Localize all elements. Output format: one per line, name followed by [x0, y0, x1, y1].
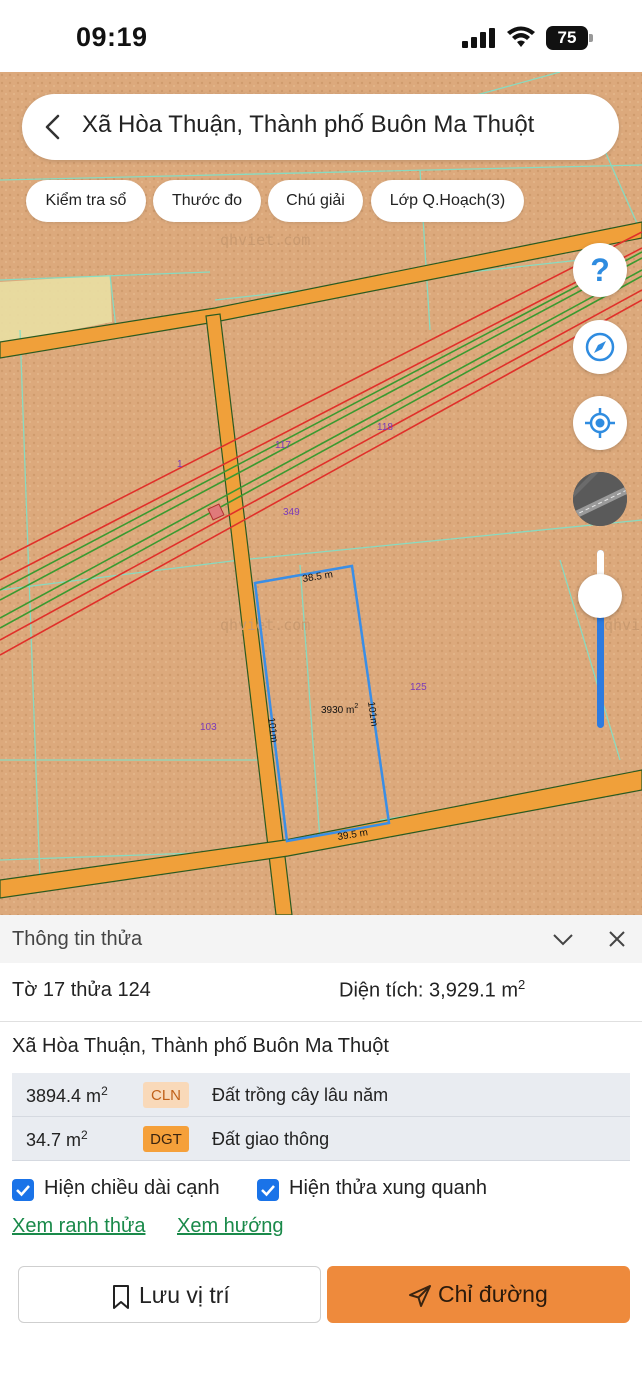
battery-icon: 75	[546, 26, 594, 50]
parcel-number-label: 118	[377, 422, 393, 433]
map-watermark: qhviet.com	[220, 616, 310, 634]
help-button[interactable]: ?	[573, 243, 627, 297]
land-use-table: 3894.4 m2 CLN Đất trồng cây lâu năm 34.7…	[12, 1073, 630, 1161]
view-direction-link[interactable]: Xem hướng	[177, 1215, 284, 1238]
bookmark-icon	[113, 1285, 129, 1309]
back-arrow-icon[interactable]	[42, 113, 64, 141]
show-neighbors-checkbox[interactable]	[257, 1179, 279, 1201]
send-arrow-icon	[409, 1285, 431, 1307]
land-use-code-badge: CLN	[143, 1082, 189, 1108]
check-icon	[16, 1185, 30, 1197]
show-edge-length-checkbox[interactable]	[12, 1179, 34, 1201]
land-use-area: 3894.4 m2	[26, 1084, 108, 1106]
parcel-number-label: 125	[410, 682, 427, 693]
view-boundary-link[interactable]: Xem ranh thửa	[12, 1215, 145, 1238]
satellite-layer-button[interactable]	[573, 472, 627, 526]
land-use-row: 3894.4 m2 CLN Đất trồng cây lâu năm	[12, 1073, 630, 1117]
satellite-thumbnail-icon	[573, 472, 627, 526]
sheet-parcel-number: Tờ 17 thửa 124	[12, 979, 151, 1001]
zoom-slider-knob[interactable]	[578, 574, 622, 619]
location-title: Xã Hòa Thuận, Thành phố Buôn Ma Thuột	[82, 111, 535, 138]
show-edge-length-label[interactable]: Hiện chiều dài cạnh	[44, 1177, 220, 1200]
wifi-icon	[507, 26, 535, 47]
land-use-description: Đất giao thông	[212, 1129, 330, 1149]
chip-legend[interactable]: Chú giải	[268, 180, 363, 222]
compass-icon	[585, 332, 615, 362]
battery-level: 75	[557, 28, 577, 47]
map-watermark: qhviet.com	[220, 231, 310, 249]
chip-planning-layers[interactable]: Lớp Q.Hoạch(3)	[371, 180, 524, 222]
cellular-signal-icon	[462, 28, 495, 48]
chip-check-certificate[interactable]: Kiểm tra sổ	[26, 180, 146, 222]
status-time: 09:19	[76, 22, 148, 52]
land-use-code-badge: DGT	[143, 1126, 189, 1152]
parcel-area-label: 3930 m2	[321, 703, 358, 716]
close-icon[interactable]	[607, 929, 627, 949]
check-icon	[261, 1185, 275, 1197]
parcel-address: Xã Hòa Thuận, Thành phố Buôn Ma Thuột	[12, 1035, 389, 1057]
parcel-area-info: Diện tích: 3,929.1 m2	[339, 977, 526, 1002]
land-use-description: Đất trồng cây lâu năm	[212, 1085, 389, 1105]
save-location-button[interactable]: Lưu vị trí	[18, 1266, 321, 1323]
chip-measure[interactable]: Thước đo	[153, 180, 261, 222]
chevron-down-icon[interactable]	[552, 930, 574, 948]
divider	[0, 1021, 642, 1022]
land-use-area: 34.7 m2	[26, 1128, 88, 1150]
show-neighbors-label[interactable]: Hiện thửa xung quanh	[289, 1177, 487, 1200]
status-bar: 09:19 75	[0, 0, 642, 72]
question-icon: ?	[590, 251, 610, 288]
compass-button[interactable]	[573, 320, 627, 374]
land-use-row: 34.7 m2 DGT Đất giao thông	[12, 1117, 630, 1161]
save-location-label: Lưu vị trí	[139, 1282, 230, 1308]
directions-label: Chỉ đường	[438, 1281, 548, 1307]
directions-button[interactable]: Chỉ đường	[327, 1266, 630, 1323]
parcel-number-label: 349	[283, 507, 300, 518]
locate-icon	[585, 408, 615, 438]
panel-title: Thông tin thửa	[12, 928, 143, 950]
parcel-number-label: 103	[200, 722, 217, 733]
map-watermark: qhvi	[604, 616, 640, 634]
parcel-number-label: 1	[177, 459, 183, 470]
parcel-number-label: 117	[275, 440, 291, 451]
my-location-button[interactable]	[573, 396, 627, 450]
